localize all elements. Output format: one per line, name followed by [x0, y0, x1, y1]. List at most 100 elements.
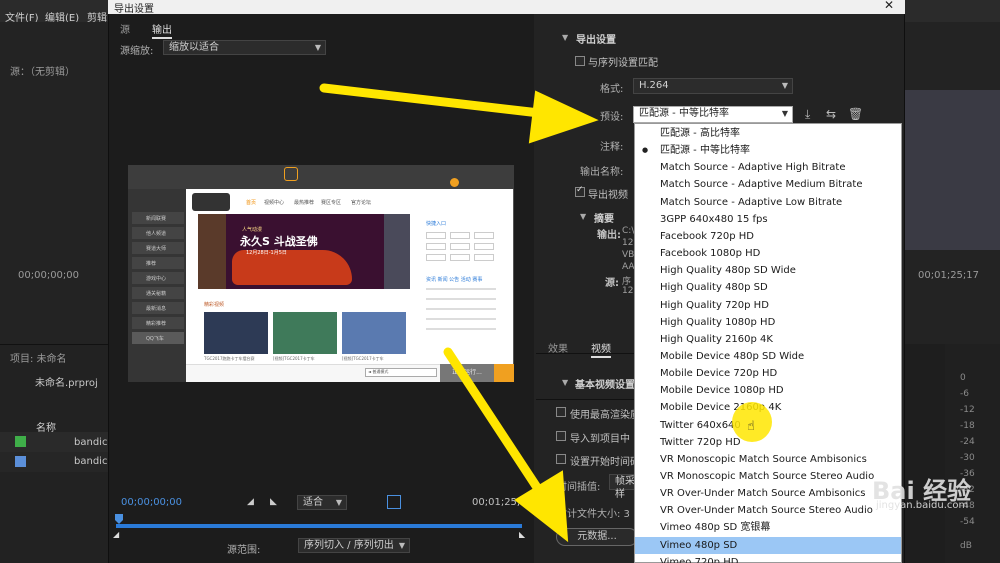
- import-preset-icon[interactable]: ⇆: [826, 107, 836, 121]
- collapse-icon[interactable]: ▼: [562, 378, 568, 387]
- quick-entry-button: [450, 232, 470, 239]
- format-dropdown[interactable]: H.264 ▼: [633, 78, 793, 94]
- export-video-checkbox[interactable]: [575, 185, 585, 197]
- fit-value: 适合: [303, 497, 323, 508]
- timecode-start[interactable]: 00;00;00;00: [121, 497, 182, 508]
- meter-tick: -54: [960, 517, 975, 527]
- source-range-label: 源范围:: [227, 545, 261, 556]
- set-in-point-icon[interactable]: ◢: [247, 497, 254, 507]
- preset-option[interactable]: Match Source - Adaptive High Bitrate: [635, 159, 901, 176]
- source-timecode: 00;00;00;00: [18, 270, 80, 281]
- preview-nav-tab: 最热推荐: [294, 200, 315, 206]
- preset-option[interactable]: VR Monoscopic Match Source Stereo Audio: [635, 468, 901, 485]
- in-point-handle[interactable]: ◢: [113, 530, 119, 539]
- fit-dropdown[interactable]: 适合 ▼: [297, 495, 347, 510]
- home-icon: [284, 167, 298, 181]
- timeline-range-bar[interactable]: [116, 524, 522, 528]
- set-out-point-icon[interactable]: ◣: [270, 497, 277, 507]
- source-scale-dropdown[interactable]: 缩放以适合 ▼: [163, 40, 326, 55]
- divider: [536, 399, 636, 400]
- timecode-duration: 00;01;25;17: [472, 497, 534, 508]
- preset-option[interactable]: 匹配源 - 高比特率: [635, 125, 901, 142]
- banner-side-image: [198, 214, 226, 289]
- preset-option[interactable]: High Quality 480p SD Wide: [635, 262, 901, 279]
- news-line: [426, 318, 496, 320]
- collapse-icon[interactable]: ▼: [580, 212, 586, 221]
- match-sequence-label: 与序列设置匹配: [588, 58, 658, 69]
- preset-option[interactable]: 匹配源 - 中等比特率: [635, 142, 901, 159]
- preset-option[interactable]: High Quality 480p SD: [635, 279, 901, 296]
- summary-source-label: 源:: [605, 278, 619, 289]
- preset-option[interactable]: Twitter 720p HD: [635, 434, 901, 451]
- preset-option[interactable]: Match Source - Adaptive Low Bitrate: [635, 194, 901, 211]
- chevron-down-icon: ▼: [314, 43, 321, 52]
- watermark-url: jingyan.baidu.com: [876, 500, 969, 511]
- preset-option[interactable]: Vimeo 480p SD 宽银幕: [635, 519, 901, 536]
- video-thumbnail: [342, 312, 406, 354]
- meter-unit: dB: [960, 541, 972, 551]
- quick-entry-label: 快捷入口: [426, 221, 447, 227]
- save-preset-icon[interactable]: ⤓: [805, 107, 810, 122]
- video-caption: TGC2017跑跑卡丁车擂台赛: [204, 356, 255, 361]
- source-panel-label: 源：（无剪辑）: [10, 67, 75, 78]
- preview-sidebar-label: 新闻联赛: [146, 216, 167, 222]
- preview-sidebar-item: [132, 257, 184, 269]
- preview-sidebar-label: 最新消息: [146, 306, 167, 312]
- delete-preset-icon[interactable]: 🗑: [848, 107, 863, 121]
- news-line: [426, 298, 496, 300]
- chevron-down-icon: ▼: [781, 81, 788, 90]
- preset-option[interactable]: Mobile Device 1080p HD: [635, 382, 901, 399]
- preset-option[interactable]: VR Over-Under Match Source Ambisonics: [635, 485, 901, 502]
- tab-video[interactable]: 视频: [591, 340, 611, 358]
- quick-entry-button: [426, 254, 446, 261]
- preset-option[interactable]: VR Monoscopic Match Source Ambisonics: [635, 451, 901, 468]
- import-into-project-checkbox[interactable]: [556, 431, 566, 441]
- preview-nav-tab: 首页: [246, 200, 257, 206]
- source-range-dropdown[interactable]: 序列切入 / 序列切出 ▼: [298, 538, 410, 553]
- close-icon[interactable]: ✕: [884, 0, 894, 12]
- match-sequence-checkbox[interactable]: [575, 56, 585, 66]
- source-scale-value: 缩放以适合: [169, 42, 219, 53]
- preview-sidebar-label: 他人频道: [146, 231, 167, 237]
- tab-output[interactable]: 输出: [152, 21, 172, 39]
- source-range-value: 序列切入 / 序列切出: [304, 540, 394, 551]
- collapse-icon[interactable]: ▼: [562, 33, 568, 42]
- summary-output-label: 输出:: [597, 230, 621, 241]
- preset-option[interactable]: High Quality 2160p 4K: [635, 331, 901, 348]
- preset-option[interactable]: Mobile Device 480p SD Wide: [635, 348, 901, 365]
- tab-source[interactable]: 源: [120, 21, 130, 36]
- mouse-cursor-icon: ☝: [747, 419, 755, 434]
- chevron-down-icon: ▼: [781, 109, 788, 118]
- metadata-button[interactable]: 元数据...: [556, 528, 638, 546]
- out-point-handle[interactable]: ◣: [519, 530, 525, 539]
- meter-tick: -24: [960, 437, 975, 447]
- preset-dropdown[interactable]: 匹配源 - 中等比特率 ▼: [633, 106, 793, 123]
- dialog-titlebar[interactable]: [108, 0, 905, 14]
- max-render-quality-checkbox[interactable]: [556, 407, 566, 417]
- quick-entry-button: [450, 254, 470, 261]
- preset-option[interactable]: Facebook 1080p HD: [635, 245, 901, 262]
- preset-option[interactable]: High Quality 1080p HD: [635, 314, 901, 331]
- label-color-chip: [15, 436, 26, 447]
- output-name-label: 输出名称:: [580, 167, 624, 178]
- preset-option[interactable]: Vimeo 480p SD: [635, 537, 901, 554]
- preset-option[interactable]: High Quality 720p HD: [635, 297, 901, 314]
- comment-label: 注释:: [600, 142, 624, 153]
- preset-option[interactable]: 3GPP 640x480 15 fps: [635, 211, 901, 228]
- source-scale-label: 源缩放:: [120, 46, 154, 57]
- set-start-timecode-checkbox[interactable]: [556, 454, 566, 464]
- quick-entry-button: [426, 232, 446, 239]
- quick-entry-button: [426, 243, 446, 250]
- aspect-ratio-icon[interactable]: [387, 495, 401, 509]
- video-thumbnail: [204, 312, 268, 354]
- preset-option[interactable]: Match Source - Adaptive Medium Bitrate: [635, 176, 901, 193]
- preview-sidebar-label: 推荐: [146, 261, 157, 267]
- preview-nav-tab: 官方论坛: [351, 200, 372, 206]
- set-start-timecode-label: 设置开始时间码: [570, 457, 640, 468]
- basic-video-heading: 基本视频设置: [575, 380, 635, 391]
- preview-nav-tab: 视频中心: [264, 200, 285, 206]
- preset-option[interactable]: Mobile Device 720p HD: [635, 365, 901, 382]
- preset-option[interactable]: Facebook 720p HD: [635, 228, 901, 245]
- preset-option[interactable]: VR Over-Under Match Source Stereo Audio: [635, 502, 901, 519]
- preset-option[interactable]: Vimeo 720p HD: [635, 554, 901, 563]
